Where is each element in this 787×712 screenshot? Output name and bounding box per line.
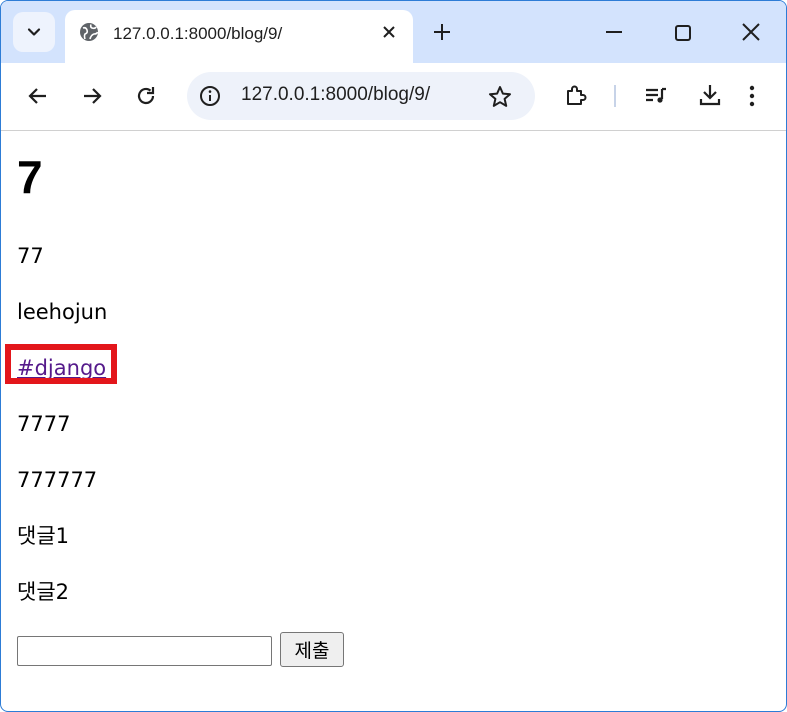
comment-1: 댓글1 bbox=[17, 524, 70, 548]
globe-icon bbox=[80, 23, 99, 41]
plus-icon[interactable] bbox=[431, 21, 453, 43]
more-icon[interactable] bbox=[739, 83, 765, 109]
post-content-1: 7777 bbox=[17, 412, 71, 436]
close-icon[interactable] bbox=[379, 22, 399, 42]
maximize-icon[interactable] bbox=[671, 21, 695, 45]
url-text[interactable]: 127.0.0.1:8000/blog/9/ bbox=[241, 84, 430, 106]
window-close-icon[interactable] bbox=[739, 20, 763, 44]
post-title: 7 bbox=[17, 151, 43, 203]
download-icon[interactable] bbox=[697, 82, 723, 108]
forward-icon[interactable] bbox=[79, 83, 105, 109]
post-subtitle: 77 bbox=[17, 244, 44, 268]
post-author: leehojun bbox=[17, 300, 108, 324]
toolbar-separator bbox=[614, 85, 616, 107]
tab-search-button[interactable] bbox=[13, 12, 55, 52]
chevron-down-icon bbox=[27, 28, 41, 36]
extensions-icon[interactable] bbox=[563, 83, 589, 109]
back-icon[interactable] bbox=[25, 83, 51, 109]
tag-link[interactable]: #django bbox=[17, 356, 106, 380]
comment-input[interactable] bbox=[17, 636, 272, 666]
active-tab[interactable]: 127.0.0.1:8000/blog/9/ bbox=[65, 10, 413, 63]
post-tag: #django bbox=[17, 358, 106, 379]
tab-strip: 127.0.0.1:8000/blog/9/ bbox=[1, 1, 786, 63]
media-icon[interactable] bbox=[643, 83, 669, 109]
address-bar[interactable]: 127.0.0.1:8000/blog/9/ bbox=[187, 72, 535, 120]
browser-toolbar: 127.0.0.1:8000/blog/9/ bbox=[1, 63, 786, 131]
comment-2: 댓글2 bbox=[17, 580, 70, 604]
post-content-2: 777777 bbox=[17, 468, 98, 492]
submit-button[interactable]: 제출 bbox=[280, 632, 344, 667]
minimize-icon[interactable] bbox=[601, 21, 627, 43]
info-icon[interactable] bbox=[199, 85, 221, 107]
browser-window: 127.0.0.1:8000/blog/9/ 127.0.0.1:8000/bl… bbox=[0, 0, 787, 712]
tab-title: 127.0.0.1:8000/blog/9/ bbox=[113, 24, 283, 43]
reload-icon[interactable] bbox=[133, 83, 159, 109]
star-icon[interactable] bbox=[487, 84, 513, 110]
